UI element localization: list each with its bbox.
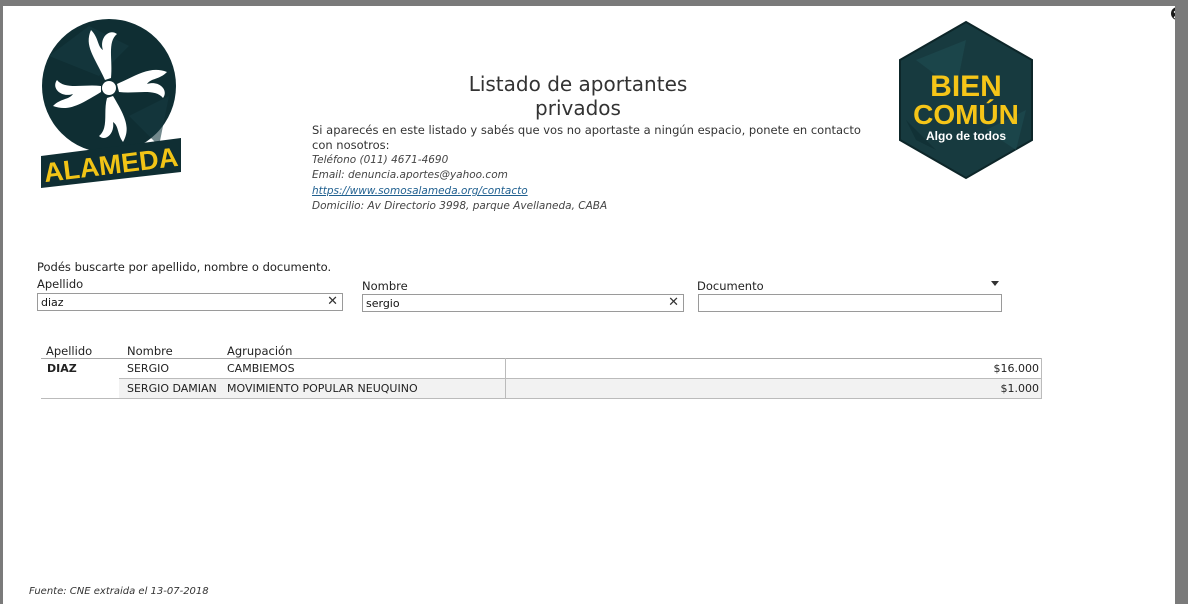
apellido-label: Apellido (37, 277, 84, 291)
close-icon: ✕ (1172, 8, 1175, 22)
phone-text: Teléfono (011) 4671-4690 (312, 154, 449, 166)
apellido-value: diaz (41, 296, 64, 309)
table-right-border (1041, 358, 1042, 398)
email-text: Email: denuncia.aportes@yahoo.com (312, 169, 508, 181)
close-button[interactable]: ✕ (1169, 6, 1175, 22)
row-agrupacion: CAMBIEMOS (227, 362, 295, 375)
nombre-value: sergio (366, 297, 400, 310)
row-divider (119, 378, 1042, 379)
search-hint: Podés buscarte por apellido, nombre o do… (37, 260, 332, 274)
contact-link[interactable]: https://www.somosalameda.org/contacto (312, 185, 528, 197)
contact-info: Si aparecés en este listado y sabés que … (312, 123, 872, 214)
row-agrupacion: MOVIMIENTO POPULAR NEUQUINO (227, 382, 418, 395)
algo-de-todos-text: Algo de todos (926, 129, 1006, 143)
address-text: Domicilio: Av Directorio 3998, parque Av… (312, 200, 608, 212)
column-header-nombre: Nombre (127, 344, 173, 358)
column-header-apellido: Apellido (46, 344, 93, 358)
alameda-logo: ALAMEDA (41, 19, 181, 188)
info-text: Si aparecés en este listado y sabés que … (312, 123, 861, 152)
nombre-field[interactable]: sergio ✕ (362, 294, 684, 312)
row-nombre: SERGIO (127, 362, 170, 375)
header-divider (41, 358, 1042, 359)
column-divider (505, 358, 506, 398)
apellido-field[interactable]: diaz ✕ (37, 293, 343, 311)
clear-icon[interactable]: ✕ (668, 296, 679, 309)
bien-comun-logo: BIEN COMÚN Algo de todos (899, 20, 1033, 180)
row-monto: $16.000 (993, 362, 1040, 375)
clear-icon[interactable]: ✕ (327, 295, 338, 308)
documento-field[interactable] (698, 294, 1002, 312)
documento-label: Documento (697, 279, 764, 293)
chevron-down-icon[interactable] (991, 281, 999, 286)
page-title: Listado de aportantes privados (468, 72, 688, 120)
nombre-label: Nombre (362, 279, 408, 293)
dashboard-panel: ALAMEDA ✕ Listado de aportantes privados… (3, 6, 1175, 604)
source-footnote: Fuente: CNE extraida el 13-07-2018 (29, 586, 209, 597)
group-apellido: DIAZ (47, 362, 77, 375)
column-header-agrupacion: Agrupación (227, 344, 293, 358)
comun-text: COMÚN (913, 99, 1019, 130)
table-bottom-line (41, 398, 1042, 399)
row-nombre: SERGIO DAMIAN (127, 382, 217, 395)
row-monto: $1.000 (1000, 382, 1040, 395)
